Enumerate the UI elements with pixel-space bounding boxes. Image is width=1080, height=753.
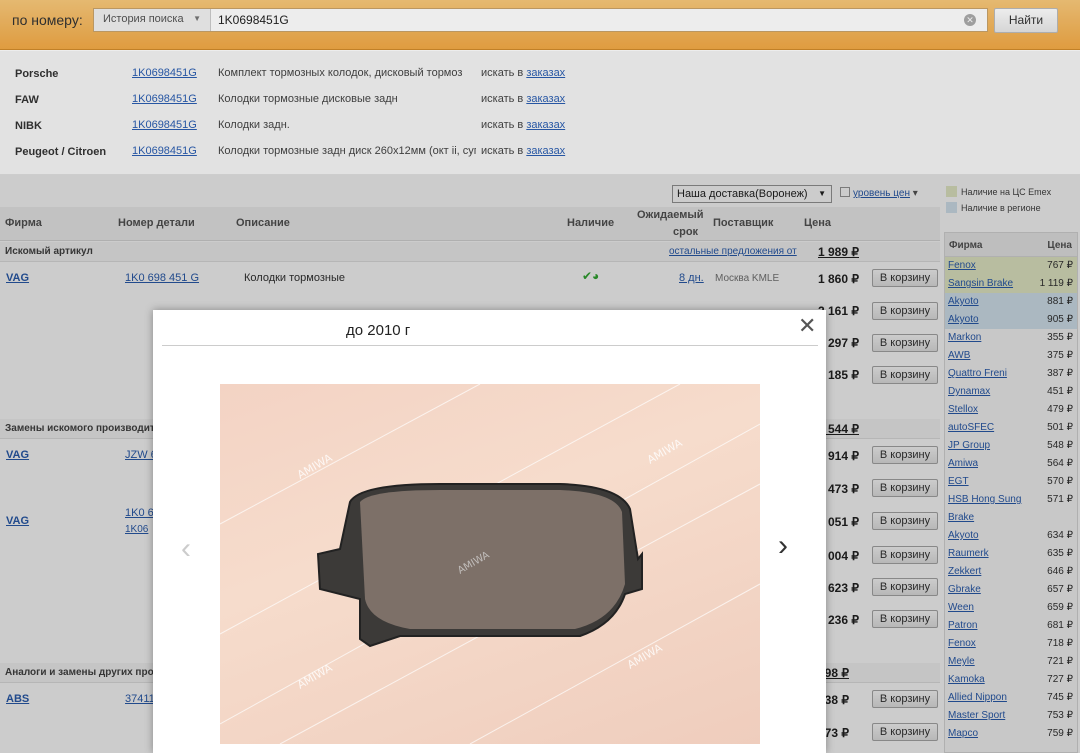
brake-pad-friction (360, 490, 625, 629)
next-arrow-icon[interactable]: › (778, 529, 788, 563)
watermark-text: AMIWA (645, 436, 685, 467)
modal-title: до 2010 г (346, 322, 411, 339)
close-icon[interactable]: ✕ (798, 315, 816, 337)
prev-arrow-icon[interactable]: ‹ (181, 532, 191, 566)
image-modal: до 2010 г ✕ ‹ AMIWA AMIWA AMIWA AMIWA AM… (153, 310, 826, 753)
backdrop-top (0, 0, 1080, 175)
modal-divider (162, 345, 818, 346)
watermark-text: AMIWA (295, 661, 335, 692)
brake-pad-image: AMIWA AMIWA AMIWA AMIWA AMIWA (219, 383, 761, 745)
watermark-text: AMIWA (625, 641, 665, 672)
watermark-text: AMIWA (295, 451, 335, 482)
brake-pad-photo: AMIWA AMIWA AMIWA AMIWA AMIWA (219, 383, 761, 745)
